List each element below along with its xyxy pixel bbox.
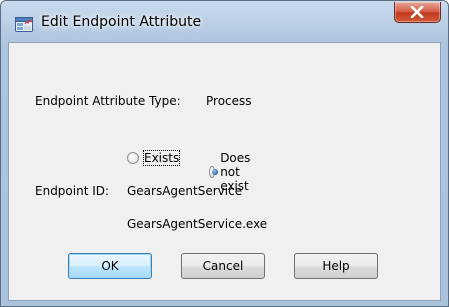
attribute-type-label: Endpoint Attribute Type: [35, 94, 181, 108]
endpoint-id-executable: GearsAgentService.exe [127, 217, 268, 231]
ok-button[interactable]: OK [68, 253, 152, 279]
title-bar[interactable]: Edit Endpoint Attribute [1, 1, 448, 43]
window-title: Edit Endpoint Attribute [41, 14, 202, 30]
does-not-exist-radio-circle[interactable] [209, 166, 219, 178]
exists-radio[interactable]: Exists [127, 150, 181, 166]
attribute-type-value: Process [206, 94, 252, 108]
close-button[interactable] [394, 2, 441, 23]
dialog-window: Edit Endpoint Attribute Endpoint Attribu… [0, 0, 449, 307]
exists-radio-label[interactable]: Exists [142, 150, 181, 166]
cancel-button[interactable]: Cancel [181, 253, 265, 279]
dialog-body: Endpoint Attribute Type: Process Exists … [8, 42, 441, 301]
endpoint-id-label: Endpoint ID: [35, 184, 110, 198]
help-button[interactable]: Help [294, 253, 378, 279]
app-icon [15, 15, 33, 32]
exists-radio-circle[interactable] [127, 152, 139, 164]
endpoint-id-value: GearsAgentService [127, 184, 243, 198]
